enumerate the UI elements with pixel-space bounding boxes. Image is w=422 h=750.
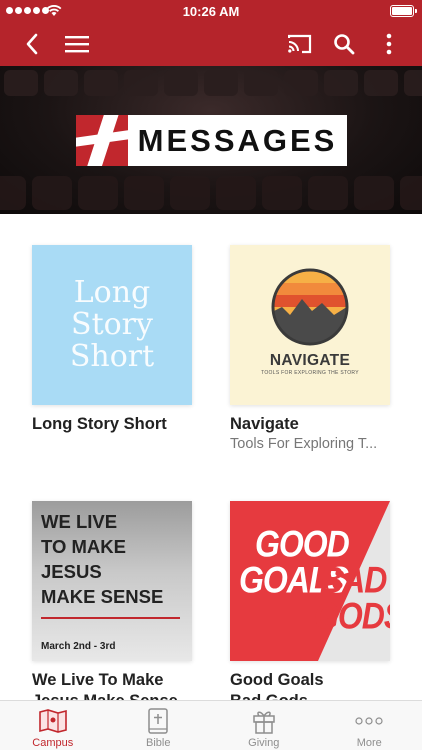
tab-campus[interactable]: Campus (0, 701, 106, 750)
artwork-line: WE LIVE (41, 511, 118, 532)
logo-text: MESSAGES (128, 115, 347, 166)
messages-logo: MESSAGES (76, 115, 347, 166)
hero-banner: MESSAGES (0, 66, 422, 214)
more-options-button[interactable] (369, 22, 409, 66)
tab-label: Bible (146, 737, 171, 749)
artwork-line: Story (71, 307, 153, 342)
series-thumbnail[interactable]: WE LIVE TO MAKE JESUS MAKE SENSE March 2… (32, 501, 192, 661)
map-icon (38, 707, 68, 735)
series-artwork-text: Long Story Short (70, 277, 154, 373)
series-subtitle: Tools For Exploring T... (230, 436, 378, 452)
series-card[interactable]: Long Story Short Long Story Short (32, 245, 192, 434)
series-thumbnail[interactable]: Long Story Short (32, 245, 192, 405)
artwork-line: Short (69, 339, 155, 374)
cross-icon (76, 115, 128, 166)
artwork-subtitle: TOOLS FOR EXPLORING THE STORY (261, 370, 359, 376)
tab-giving[interactable]: Giving (211, 701, 317, 750)
artwork-line: JESUS (41, 561, 102, 582)
artwork-line: Long (73, 275, 151, 310)
tab-label: More (356, 737, 382, 749)
series-artwork-text: WE LIVE TO MAKE JESUS MAKE SENSE (41, 509, 163, 609)
more-vertical-icon (386, 33, 392, 55)
search-icon (334, 34, 355, 55)
more-dots-icon (354, 707, 384, 735)
series-title: Navigate (230, 415, 299, 433)
cast-icon (288, 34, 312, 54)
series-card[interactable]: GOOD GOALS BAD GODS Good Goals Bad Gods (230, 501, 390, 711)
artwork-line: MAKE SENSE (41, 586, 164, 607)
mountain-badge-icon (271, 268, 349, 346)
menu-button[interactable] (57, 22, 97, 66)
tab-more[interactable]: More (317, 701, 422, 750)
artwork-word: GODS (314, 595, 390, 637)
cast-button[interactable] (280, 22, 320, 66)
artwork-title: NAVIGATE (269, 352, 351, 369)
app-bar (0, 22, 422, 66)
hamburger-menu-icon (65, 36, 89, 53)
bottom-tab-bar: Campus Bible Giving More (0, 700, 422, 750)
artwork-divider (41, 617, 180, 619)
search-button[interactable] (324, 22, 364, 66)
status-time: 10:26 AM (182, 4, 240, 19)
series-thumbnail[interactable]: GOOD GOALS BAD GODS (230, 501, 390, 661)
chevron-left-icon (26, 33, 38, 55)
tab-label: Campus (32, 737, 74, 749)
series-card[interactable]: NAVIGATE TOOLS FOR EXPLORING THE STORY N… (230, 245, 390, 452)
gift-icon (249, 707, 279, 735)
back-button[interactable] (12, 22, 52, 66)
bible-icon (143, 707, 173, 735)
series-thumbnail[interactable]: NAVIGATE TOOLS FOR EXPLORING THE STORY (230, 245, 390, 405)
status-bar: 10:26 AM (0, 0, 422, 22)
artwork-line: TO MAKE (41, 536, 126, 557)
tab-bible[interactable]: Bible (106, 701, 212, 750)
series-title: We Live To Make (32, 671, 164, 689)
battery-icon (390, 5, 417, 17)
tab-label: Giving (248, 737, 280, 749)
series-card[interactable]: WE LIVE TO MAKE JESUS MAKE SENSE March 2… (32, 501, 192, 711)
artwork-date: March 2nd - 3rd (41, 641, 116, 652)
series-title: Good Goals (230, 671, 324, 689)
series-title: Long Story Short (32, 415, 167, 433)
